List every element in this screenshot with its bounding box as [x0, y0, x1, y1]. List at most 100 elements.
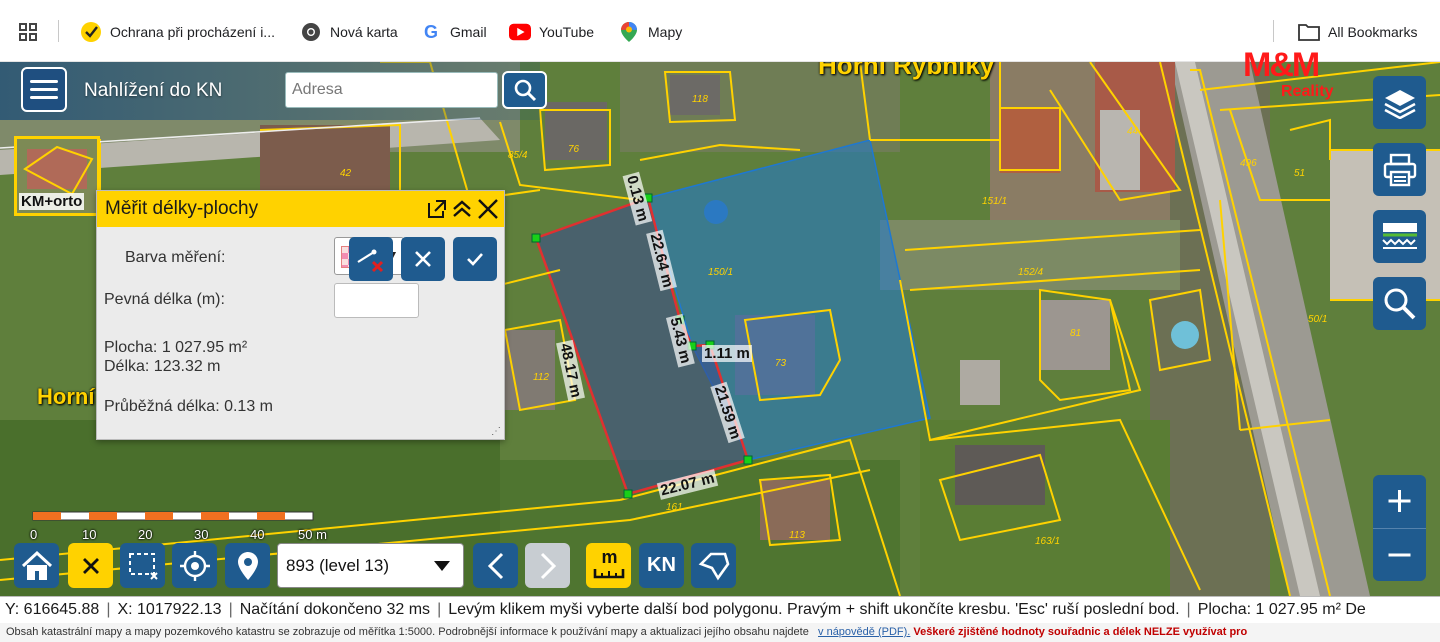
measure-panel-header: Měřit délky-plochy — [97, 191, 504, 227]
parcel-number: 152/4 — [1018, 267, 1044, 278]
collapse-icon[interactable] — [450, 197, 474, 221]
printer-icon — [1383, 153, 1416, 186]
area-readout: Plocha: 1 027.95 m² — [104, 339, 248, 356]
parcel-number: 113 — [789, 530, 805, 541]
search-icon — [514, 79, 536, 102]
select-area-button[interactable] — [120, 543, 165, 588]
youtube-icon — [509, 21, 531, 43]
bookmark-gmail[interactable]: G Gmail — [420, 20, 487, 44]
bookmark-label: Ochrana při procházení i... — [110, 24, 275, 40]
folder-icon — [1298, 21, 1320, 43]
place-pin-button[interactable] — [225, 543, 270, 588]
home-button[interactable] — [14, 543, 59, 588]
scale-tick: 0 — [30, 527, 38, 542]
measure-panel: Měřit délky-plochy Barva měření: ▼ Pevná… — [96, 190, 505, 440]
kn-info-label: KN — [647, 554, 676, 576]
cadastral-layers-button[interactable] — [1373, 210, 1426, 263]
bookmark-norton[interactable]: Ochrana při procházení i... — [80, 20, 275, 44]
layers-button[interactable] — [1373, 76, 1426, 129]
check-icon — [467, 253, 483, 266]
brand-logo-subtext: Reality — [1281, 83, 1334, 100]
caret-down-icon — [434, 561, 450, 571]
bookmark-new-tab[interactable]: Nová karta — [300, 20, 398, 44]
zoom-level-select[interactable]: 893 (level 13) — [277, 543, 464, 588]
magnifier-icon — [1384, 288, 1415, 319]
all-bookmarks[interactable]: All Bookmarks — [1298, 20, 1417, 44]
fixed-length-input[interactable] — [334, 283, 419, 318]
locate-me-button[interactable] — [172, 543, 217, 588]
measure-label: 1.11 m — [702, 345, 752, 362]
brand-logo: M&M Reality — [1243, 47, 1343, 107]
help-pdf-link[interactable]: v nápovědě (PDF). — [818, 626, 910, 638]
brand-logo-text: M&M — [1243, 46, 1320, 84]
instruction-hint: Levým klikem myši vyberte další bod poly… — [448, 601, 1180, 618]
address-search-input[interactable] — [285, 72, 498, 108]
footer-warning: Veškeré zjištěné hodnoty souřadnic a dél… — [913, 626, 1248, 638]
print-button[interactable] — [1373, 143, 1426, 196]
plus-icon — [1388, 490, 1411, 512]
length-readout: Délka: 123.32 m — [104, 358, 221, 375]
map-pin-icon — [237, 551, 258, 580]
cancel-measure-button[interactable] — [401, 237, 445, 281]
history-back-button[interactable] — [473, 543, 518, 588]
apps-grid-icon[interactable] — [18, 22, 38, 42]
external-window-icon[interactable] — [425, 197, 449, 221]
parcel-number: 151/1 — [982, 196, 1008, 207]
measure-tool-button[interactable]: m — [586, 543, 631, 588]
parcel-number: 85/4 — [508, 150, 528, 161]
scale-tick: 50 m — [298, 527, 327, 542]
bookmark-label: Mapy — [648, 24, 683, 40]
zoom-level-value: 893 (level 13) — [286, 555, 390, 575]
kn-info-button[interactable]: KN — [639, 543, 684, 588]
layer-switcher-label: KM+orto — [19, 193, 85, 210]
google-icon: G — [423, 21, 438, 42]
parcel-number: 50/1 — [1308, 314, 1328, 325]
zoom-out-button[interactable] — [1373, 528, 1426, 581]
bookmarks-bar: Ochrana při procházení i... Nová karta G… — [0, 0, 1440, 62]
footer-text: Obsah katastrální mapy a mapy pozemkovéh… — [6, 626, 809, 638]
bookmark-maps[interactable]: Mapy — [618, 20, 682, 44]
resize-handle-icon[interactable]: ⋰ — [491, 426, 501, 437]
ruler-icon: m — [592, 547, 626, 583]
chevron-right-icon — [540, 552, 556, 579]
delete-measure-button[interactable] — [349, 237, 393, 281]
parcel-number: 42 — [340, 168, 352, 179]
erase-line-icon — [357, 249, 384, 273]
map-search-button[interactable] — [1373, 277, 1426, 330]
menu-button[interactable] — [21, 67, 67, 112]
fixed-length-label: Pevná délka (m): — [104, 291, 225, 308]
draw-polygon-button[interactable] — [691, 543, 736, 588]
color-label: Barva měření: — [125, 249, 226, 266]
chevron-left-icon — [487, 552, 503, 579]
clear-selection-button[interactable] — [68, 543, 113, 588]
parcel-number: 161 — [666, 502, 683, 513]
map-legend-icon — [1381, 222, 1417, 249]
zoom-in-button[interactable] — [1373, 475, 1426, 528]
history-forward-button[interactable] — [525, 543, 570, 588]
running-length-readout: Průběžná délka: 0.13 m — [104, 398, 273, 415]
search-button[interactable] — [502, 71, 547, 109]
place-name: Horní — [37, 384, 95, 409]
close-icon[interactable] — [476, 197, 500, 221]
maps-pin-icon — [618, 21, 640, 43]
layers-icon — [1383, 89, 1416, 119]
app-title: Nahlížení do KN — [84, 80, 223, 101]
parcel-number: 81 — [1070, 328, 1082, 339]
scale-bar: 0 10 20 30 40 50 m — [30, 511, 330, 542]
selection-rectangle-icon — [128, 552, 158, 580]
scale-tick: 10 — [82, 527, 97, 542]
minus-icon — [1388, 553, 1411, 557]
bookmark-label: Nová karta — [330, 24, 398, 40]
bookmark-youtube[interactable]: YouTube — [509, 20, 594, 44]
coord-y: Y: 616645.88 — [5, 601, 100, 618]
confirm-measure-button[interactable] — [453, 237, 497, 281]
coord-x: X: 1017922.13 — [117, 601, 222, 618]
parcel-number: 44 — [1127, 126, 1139, 137]
scale-tick: 40 — [250, 527, 265, 542]
disclaimer-footer: Obsah katastrální mapy a mapy pozemkovéh… — [0, 623, 1440, 642]
bookmark-label: Gmail — [450, 24, 487, 40]
parcel-number: 112 — [533, 372, 549, 383]
bookmark-label: YouTube — [539, 24, 595, 40]
area-status: Plocha: 1 027.95 m² De — [1197, 601, 1366, 618]
close-icon — [415, 251, 431, 267]
